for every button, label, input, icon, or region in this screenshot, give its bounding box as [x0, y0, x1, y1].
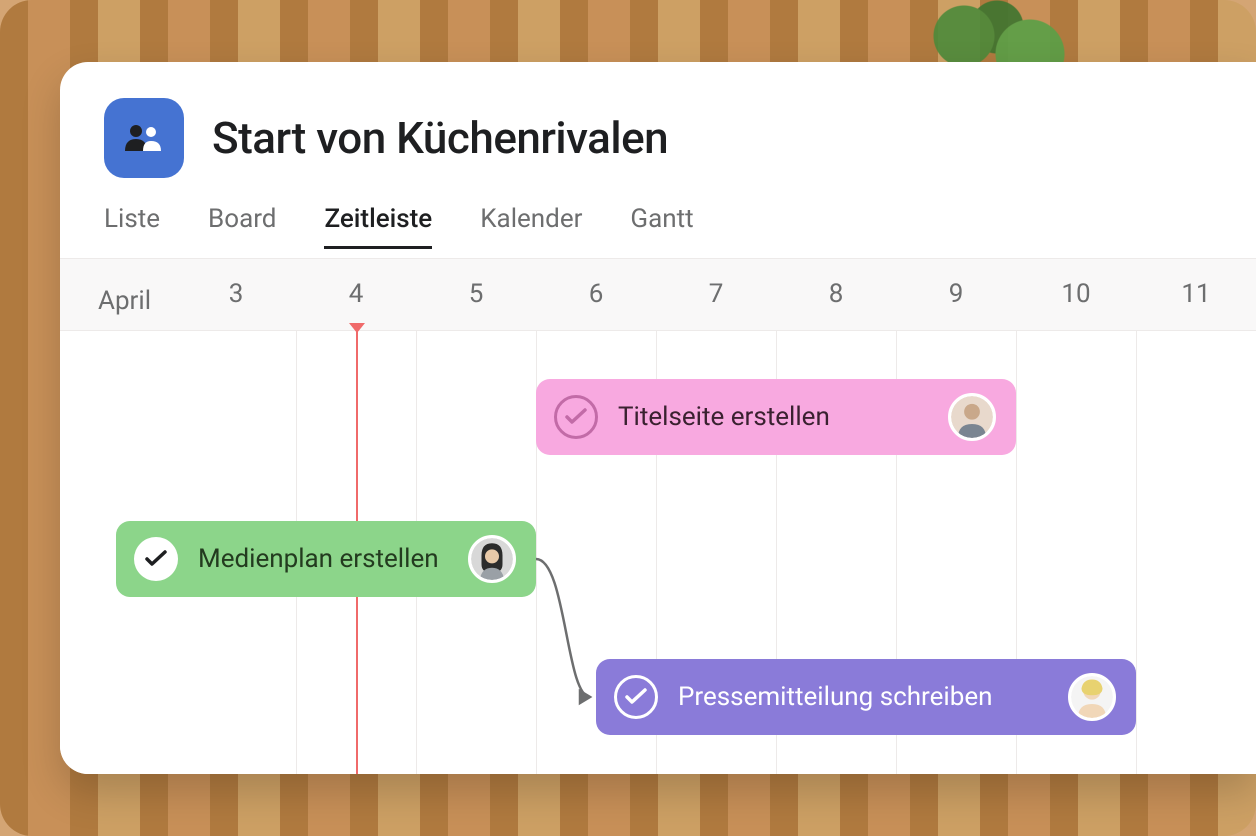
- task-label: Pressemitteilung schreiben: [678, 682, 1048, 712]
- task-media[interactable]: Medienplan erstellen: [116, 521, 536, 597]
- project-title: Start von Küchenrivalen: [212, 112, 668, 164]
- day-6: 6: [589, 279, 604, 309]
- task-cover[interactable]: Titelseite erstellen: [536, 379, 1016, 455]
- check-circle-icon[interactable]: [614, 675, 658, 719]
- day-10: 10: [1061, 279, 1090, 309]
- tab-kalender[interactable]: Kalender: [480, 200, 582, 248]
- tab-board[interactable]: Board: [208, 200, 276, 248]
- day-7: 7: [709, 279, 724, 309]
- check-circle-icon[interactable]: [134, 537, 178, 581]
- day-5: 5: [469, 279, 484, 309]
- gridline: [1136, 331, 1137, 774]
- dependency-arrow: [60, 331, 360, 481]
- day-3: 3: [229, 279, 244, 309]
- people-icon: [123, 123, 165, 153]
- assignee-avatar[interactable]: [468, 535, 516, 583]
- day-8: 8: [829, 279, 844, 309]
- day-4: 4: [349, 279, 364, 309]
- day-9: 9: [949, 279, 964, 309]
- task-label: Titelseite erstellen: [618, 402, 928, 432]
- timeline-grid[interactable]: Titelseite erstellen Medienplan erstelle…: [60, 331, 1256, 774]
- day-11: 11: [1181, 279, 1210, 309]
- task-label: Medienplan erstellen: [198, 544, 448, 574]
- tab-liste[interactable]: Liste: [104, 200, 160, 248]
- tab-zeitleiste[interactable]: Zeitleiste: [324, 200, 432, 248]
- assignee-avatar[interactable]: [948, 393, 996, 441]
- timeline-header: April 34567891011: [60, 259, 1256, 331]
- project-header: Start von Küchenrivalen: [60, 62, 1256, 200]
- check-circle-icon[interactable]: [554, 395, 598, 439]
- assignee-avatar[interactable]: [1068, 673, 1116, 721]
- task-press[interactable]: Pressemitteilung schreiben: [596, 659, 1136, 735]
- project-icon[interactable]: [104, 98, 184, 178]
- tab-gantt[interactable]: Gantt: [630, 200, 693, 248]
- view-tabs: Liste Board Zeitleiste Kalender Gantt: [60, 200, 1256, 259]
- timeline-days: 3 4 5 6 7 8 9 10 11: [60, 259, 1256, 330]
- project-panel: Start von Küchenrivalen Liste Board Zeit…: [60, 62, 1256, 774]
